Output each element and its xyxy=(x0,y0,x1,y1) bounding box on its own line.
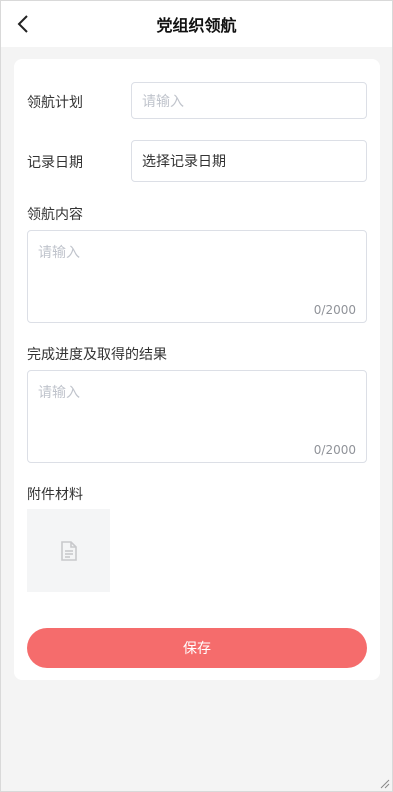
back-button[interactable] xyxy=(11,12,35,36)
plan-placeholder: 请输入 xyxy=(142,93,184,110)
content-char-counter: 0/2000 xyxy=(313,303,356,317)
progress-placeholder: 请输入 xyxy=(38,385,80,401)
page-title: 党组织领航 xyxy=(156,16,237,35)
document-icon xyxy=(60,540,77,561)
record-date-picker[interactable]: 选择记录日期 xyxy=(131,140,367,182)
content-placeholder: 请输入 xyxy=(38,245,80,261)
record-date-placeholder: 选择记录日期 xyxy=(142,154,226,170)
resize-grip-icon xyxy=(380,779,390,789)
record-date-label: 记录日期 xyxy=(27,155,83,171)
attachment-upload-button[interactable] xyxy=(27,509,110,592)
plan-input[interactable]: 请输入 xyxy=(131,82,367,119)
progress-textarea[interactable]: 请输入 0/2000 xyxy=(27,370,367,463)
content-textarea[interactable]: 请输入 0/2000 xyxy=(27,230,367,323)
save-button[interactable]: 保存 xyxy=(27,628,367,668)
content-label: 领航内容 xyxy=(27,207,83,223)
progress-char-counter: 0/2000 xyxy=(313,443,356,457)
chevron-left-icon xyxy=(17,15,28,33)
attachment-label: 附件材料 xyxy=(27,487,83,503)
progress-label: 完成进度及取得的结果 xyxy=(27,347,167,363)
form-card: 领航计划 请输入 记录日期 选择记录日期 领航内容 请输入 0/2000 完成进… xyxy=(14,59,380,680)
top-navbar: 党组织领航 xyxy=(1,1,392,47)
plan-label: 领航计划 xyxy=(27,95,83,111)
